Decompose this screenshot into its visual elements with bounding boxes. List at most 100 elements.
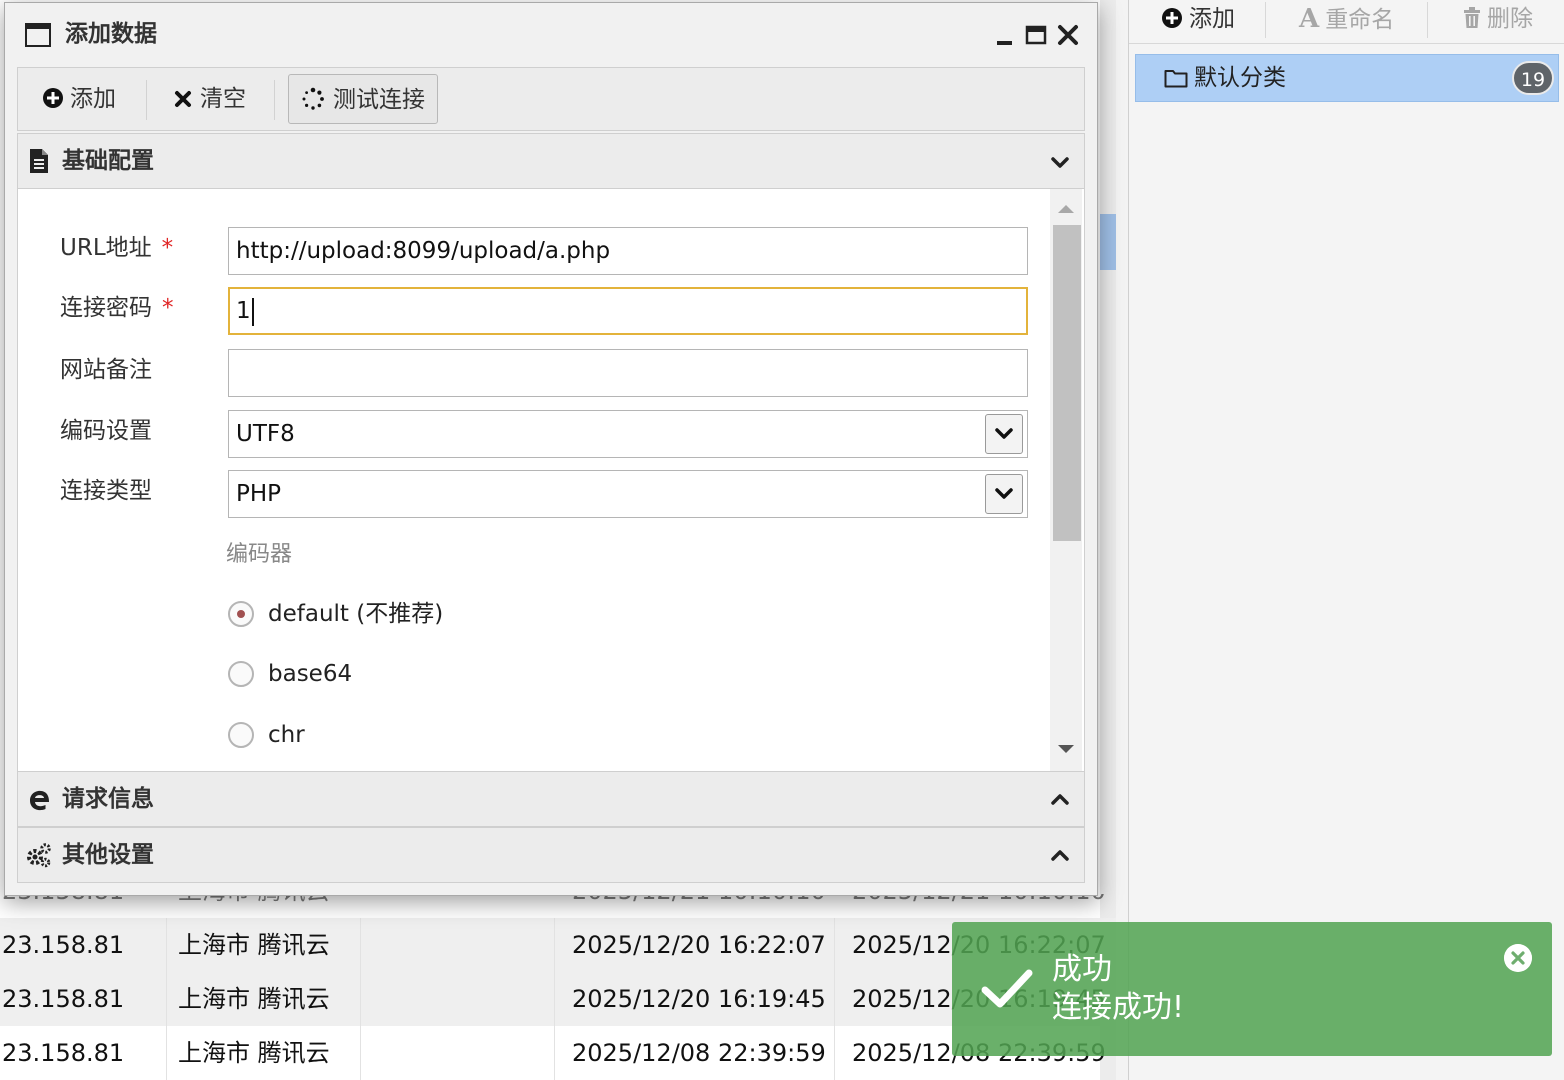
ip-cell: 23.158.81 [2,931,125,959]
add-button-label: 添加 [70,86,116,112]
column-divider [834,972,835,1026]
location-cell: 上海市 腾讯云 [178,931,330,959]
other-settings-title: 其他设置 [62,842,154,868]
column-divider [834,918,835,972]
table-row[interactable]: 23.158.81 上海市 腾讯云 2025/12/20 16:19:45 20… [0,972,1116,1026]
column-divider [554,972,555,1026]
encoder-radio-base64[interactable] [228,661,254,687]
encoder-radio-default[interactable] [228,601,254,627]
chevron-up-icon [1051,850,1069,861]
toolbar-divider [274,80,275,120]
file-text-icon [30,149,48,173]
password-label: 连接密码 * [60,295,174,321]
ip-cell: 23.158.81 [2,894,124,918]
table-row[interactable]: 23.158.81 上海市 腾讯云 2025/12/20 16:22:07 20… [0,918,1116,972]
encoder-label-base64[interactable]: base64 [268,659,352,689]
encoder-label-default[interactable]: default (不推荐) [268,599,443,629]
spinner-icon [302,87,324,110]
request-info-header[interactable]: 请求信息 [17,771,1085,827]
created-cell: 2025/12/20 16:22:07 [572,931,826,959]
created-cell: 2025/12/20 16:19:45 [572,985,826,1013]
type-select[interactable]: PHP [228,470,1028,518]
other-settings-header[interactable]: 其他设置 [17,827,1085,883]
dialog-title: 添加数据 [65,21,157,47]
background-highlight-row [1100,214,1116,270]
basic-config-title: 基础配置 [62,148,154,174]
internet-explorer-icon [30,790,49,811]
column-divider [166,972,167,1026]
location-cell: 上海市 腾讯云 [178,894,330,918]
delete-category-button[interactable]: 删除 [1463,0,1533,40]
column-divider [360,918,361,972]
toolbar-divider [1265,2,1266,38]
folder-icon [1164,70,1188,88]
url-label: URL地址 * [60,235,174,261]
updated-cell: 2025/12/21 10:10:10 [852,894,1106,918]
text-caret [251,297,254,326]
request-info-title: 请求信息 [62,786,154,812]
column-divider [360,1026,361,1080]
add-data-dialog: 添加数据 添加 清空 测试连接 基础配置 URL地址 * http://uplo… [4,2,1098,896]
scroll-up-arrow-icon[interactable] [1056,201,1076,215]
scrollbar-thumb[interactable] [1053,225,1081,541]
toolbar-divider [1427,2,1428,38]
minimize-icon[interactable] [991,21,1019,49]
checkmark-icon [981,969,1033,1008]
created-cell: 2025/12/08 22:39:59 [572,1039,826,1067]
note-label: 网站备注 [60,357,152,383]
test-connection-label: 测试连接 [333,87,425,113]
close-icon[interactable] [1504,944,1532,972]
close-icon[interactable] [1054,21,1082,49]
type-label: 连接类型 [60,478,152,504]
required-mark: * [161,235,174,261]
times-icon [175,91,191,107]
type-value: PHP [236,481,282,507]
chevron-down-icon [995,428,1013,439]
add-category-button[interactable]: 添加 [1161,0,1235,40]
success-toast[interactable]: 成功 连接成功! [952,922,1552,1056]
delete-category-label: 删除 [1487,6,1533,32]
location-cell: 上海市 腾讯云 [178,1039,330,1067]
encoder-group-label: 编码器 [226,542,293,567]
column-divider [360,972,361,1026]
window-icon [25,23,51,47]
trash-icon [1464,7,1480,28]
font-icon: A [1299,4,1320,34]
location-cell: 上海市 腾讯云 [178,985,330,1013]
category-toolbar: 添加 A 重命名 删除 [1129,0,1564,44]
plus-circle-icon [43,88,63,108]
chevron-up-icon [1051,794,1069,805]
form-scrollbar[interactable] [1050,189,1082,771]
test-connection-button[interactable]: 测试连接 [288,74,438,124]
clear-button[interactable]: 清空 [174,74,246,124]
table-row[interactable]: 23.158.81 上海市 腾讯云 2025/12/08 22:39:59 20… [0,1026,1116,1080]
maximize-icon[interactable] [1022,21,1050,49]
column-divider [166,1026,167,1080]
password-value: 1 [236,298,251,324]
encoding-dropdown-button[interactable] [985,414,1023,454]
basic-config-header[interactable]: 基础配置 [17,133,1085,189]
cogs-icon [27,843,51,868]
type-dropdown-button[interactable] [985,474,1023,514]
encoding-select[interactable]: UTF8 [228,410,1028,458]
encoder-label-chr[interactable]: chr [268,720,305,750]
basic-config-form: URL地址 * http://upload:8099/upload/a.php 连… [17,189,1085,771]
note-input[interactable] [228,349,1028,397]
encoder-radio-chr[interactable] [228,722,254,748]
column-divider [554,1026,555,1080]
encoding-value: UTF8 [236,421,295,447]
category-count-badge: 19 [1512,61,1554,95]
scroll-down-arrow-icon[interactable] [1056,743,1076,757]
column-divider [166,918,167,972]
rename-category-label: 重命名 [1325,7,1395,33]
url-input[interactable]: http://upload:8099/upload/a.php [228,227,1028,275]
chevron-down-icon [995,488,1013,499]
rename-category-button[interactable]: A 重命名 [1299,0,1394,40]
created-cell: 2025/12/21 10:10:10 [572,894,826,918]
dialog-title-bar[interactable]: 添加数据 [5,3,1097,65]
category-item-default[interactable]: 默认分类 19 [1135,54,1559,102]
category-label: 默认分类 [1194,65,1286,91]
table-row[interactable]: 23.158.81 上海市 腾讯云 2025/12/21 10:10:10 20… [0,894,1116,920]
add-button[interactable]: 添加 [42,74,116,124]
password-input[interactable]: 1 [228,287,1028,335]
